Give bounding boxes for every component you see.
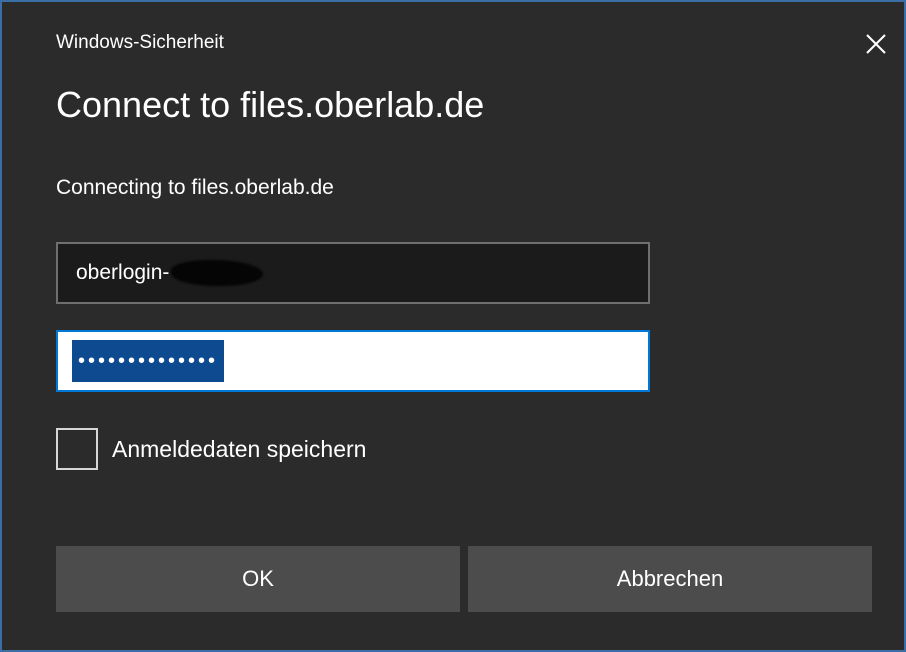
remember-credentials-checkbox[interactable]	[56, 428, 98, 470]
title-bar: Windows-Sicherheit	[2, 2, 904, 82]
dialog-heading: Connect to files.oberlab.de	[56, 84, 485, 125]
ok-button[interactable]: OK	[56, 546, 460, 612]
username-field[interactable]: oberlogin-	[56, 242, 650, 304]
password-field[interactable]: ••••••••••••••	[56, 330, 650, 392]
password-value-selected: ••••••••••••••	[72, 340, 225, 382]
close-icon	[866, 34, 886, 54]
connection-message: Connecting to files.oberlab.de	[56, 176, 334, 199]
redaction-mark	[171, 260, 264, 286]
close-button[interactable]	[854, 22, 898, 66]
remember-credentials-label: Anmeldedaten speichern	[112, 435, 367, 462]
window-title: Windows-Sicherheit	[56, 32, 224, 53]
credential-dialog: Windows-Sicherheit Connect to files.ober…	[0, 0, 906, 652]
username-value: oberlogin-	[76, 261, 170, 284]
remember-credentials-row[interactable]: Anmeldedaten speichern	[56, 428, 366, 470]
cancel-button[interactable]: Abbrechen	[468, 546, 872, 612]
